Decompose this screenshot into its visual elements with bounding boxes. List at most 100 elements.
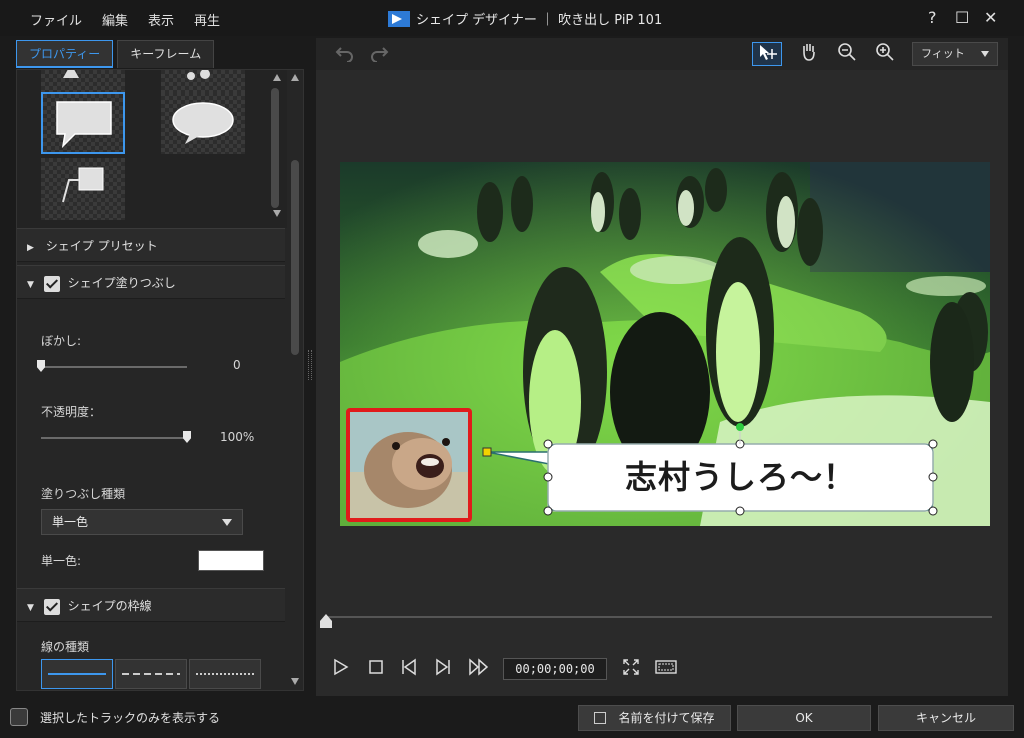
preset-callout-line[interactable]: [41, 158, 125, 220]
save-icon: [594, 711, 607, 724]
dotted-line-icon: [196, 673, 254, 675]
menu-view[interactable]: 表示: [148, 10, 174, 29]
fast-forward-icon: [469, 658, 489, 676]
section-label: シェイプ塗りつぶし: [67, 276, 176, 290]
zoom-out-button[interactable]: [832, 42, 862, 66]
blur-label: ぼかし:: [41, 334, 82, 348]
line-type-dashed[interactable]: [115, 659, 187, 689]
bubble-caption[interactable]: 志村うしろ～！: [548, 444, 933, 511]
blur-slider-thumb[interactable]: [37, 360, 45, 372]
callout-line-icon: [62, 167, 104, 203]
chevron-down-icon: [222, 519, 232, 526]
next-frame-button[interactable]: [434, 658, 452, 680]
fill-type-label: 塗りつぶし種類: [41, 487, 126, 501]
pip-image-frame[interactable]: [346, 408, 472, 522]
timecode-display[interactable]: 00;00;00;00: [503, 658, 607, 680]
preset-scroll-thumb[interactable]: [271, 88, 279, 208]
panel-tabs: プロパティー キーフレーム: [16, 40, 218, 68]
stop-icon: [369, 660, 383, 674]
window-title-text: シェイプ デザイナー ｜ 吹き出し PiP 101: [416, 13, 663, 28]
solid-color-swatch[interactable]: [198, 550, 264, 571]
safe-zone-button[interactable]: [655, 658, 677, 680]
title-bar: ファイル 編集 表示 再生 シェイプ デザイナー ｜ 吹き出し PiP 101 …: [0, 0, 1024, 36]
section-shape-border[interactable]: ▼ シェイプの枠線: [17, 588, 285, 622]
zoom-in-button[interactable]: [870, 42, 900, 66]
fill-type-select[interactable]: 単一色: [41, 509, 243, 535]
show-selected-track-checkbox[interactable]: [10, 708, 28, 726]
scroll-down-arrow-icon[interactable]: [291, 678, 299, 685]
chevron-down-icon: [981, 51, 989, 57]
cancel-button[interactable]: キャンセル: [878, 705, 1014, 731]
stop-button[interactable]: [367, 658, 385, 680]
preset-speech-bubble-oval[interactable]: [161, 92, 245, 154]
section-label: シェイプ プリセット: [45, 239, 158, 253]
redo-icon: [371, 47, 389, 63]
close-button[interactable]: ✕: [984, 8, 997, 27]
menu-bar: ファイル 編集 表示 再生: [30, 10, 240, 29]
preview-canvas[interactable]: 志村うしろ～！: [340, 162, 990, 526]
panel-scrollbar[interactable]: [287, 70, 303, 690]
dashed-line-icon: [122, 673, 180, 675]
opacity-value: 100%: [220, 430, 255, 444]
prev-frame-button[interactable]: [400, 658, 418, 680]
speech-bubble-oval-icon: [172, 102, 234, 144]
tab-keyframe[interactable]: キーフレーム: [117, 40, 215, 68]
move-arrow-icon: [760, 45, 777, 60]
line-type-solid[interactable]: [41, 659, 113, 689]
scroll-down-arrow-icon[interactable]: [273, 210, 281, 217]
line-type-label: 線の種類: [41, 640, 90, 654]
previous-frame-icon: [402, 658, 416, 676]
tab-properties[interactable]: プロパティー: [16, 40, 114, 68]
blur-slider-track[interactable]: [41, 366, 187, 368]
show-selected-track-label: 選択したトラックのみを表示する: [40, 711, 221, 725]
timeline-track[interactable]: [326, 616, 992, 618]
section-shape-preset[interactable]: ▶ シェイプ プリセット: [17, 228, 285, 262]
scroll-up-arrow-icon[interactable]: [273, 74, 281, 81]
hand-tool-button[interactable]: [794, 42, 824, 66]
play-button[interactable]: [332, 658, 350, 680]
redo-button[interactable]: [364, 42, 394, 66]
zoom-out-icon: [838, 43, 856, 61]
safe-zone-icon: [655, 660, 677, 674]
save-as-label: 名前を付けて保存: [618, 711, 715, 725]
panel-scroll-thumb[interactable]: [291, 160, 299, 355]
fish-photo-image: [350, 412, 468, 518]
help-button[interactable]: ?: [928, 8, 937, 27]
expanded-triangle-icon: ▼: [27, 280, 34, 290]
border-enabled-checkbox[interactable]: [43, 598, 60, 615]
section-shape-fill[interactable]: ▼ シェイプ塗りつぶし: [17, 265, 285, 299]
zoom-fit-value: フィット: [921, 47, 965, 60]
hand-icon: [803, 44, 815, 61]
move-tool-button[interactable]: [752, 42, 782, 66]
scroll-up-arrow-icon[interactable]: [291, 74, 299, 81]
zoom-fit-select[interactable]: フィット: [912, 42, 998, 66]
line-type-dotted[interactable]: [189, 659, 261, 689]
preset-scrollbar[interactable]: [269, 70, 281, 220]
menu-file[interactable]: ファイル: [30, 10, 82, 29]
opacity-slider-thumb[interactable]: [183, 431, 191, 443]
fill-type-value: 単一色: [52, 515, 89, 529]
solid-color-label: 単一色:: [41, 554, 82, 568]
undo-icon: [335, 47, 353, 63]
maximize-button[interactable]: ☐: [955, 8, 969, 27]
preset-speech-bubble-rect[interactable]: [41, 92, 125, 154]
fullscreen-button[interactable]: [622, 658, 640, 680]
fullscreen-icon: [623, 659, 639, 675]
panel-splitter[interactable]: [308, 350, 312, 380]
fast-forward-button[interactable]: [468, 658, 490, 680]
menu-edit[interactable]: 編集: [102, 10, 128, 29]
dialog-footer: 選択したトラックのみを表示する 名前を付けて保存 OK キャンセル: [0, 700, 1024, 738]
blur-value: 0: [233, 358, 241, 372]
undo-button[interactable]: [330, 42, 360, 66]
window-title: シェイプ デザイナー ｜ 吹き出し PiP 101: [388, 9, 662, 28]
expanded-triangle-icon: ▼: [27, 603, 34, 613]
app-logo-icon: [388, 10, 410, 27]
opacity-slider-track[interactable]: [41, 437, 187, 439]
fill-enabled-checkbox[interactable]: [43, 275, 60, 292]
menu-play[interactable]: 再生: [194, 10, 220, 29]
shape-preset-grid: [17, 70, 287, 228]
save-as-button[interactable]: 名前を付けて保存: [578, 705, 731, 731]
preview-area: フィット 志村うしろ～！ 00;00;00;00: [316, 38, 1008, 696]
properties-panel: ▶ シェイプ プリセット ▼ シェイプ塗りつぶし ぼかし: 0 不透明度： 10…: [16, 69, 304, 691]
ok-button[interactable]: OK: [737, 705, 871, 731]
